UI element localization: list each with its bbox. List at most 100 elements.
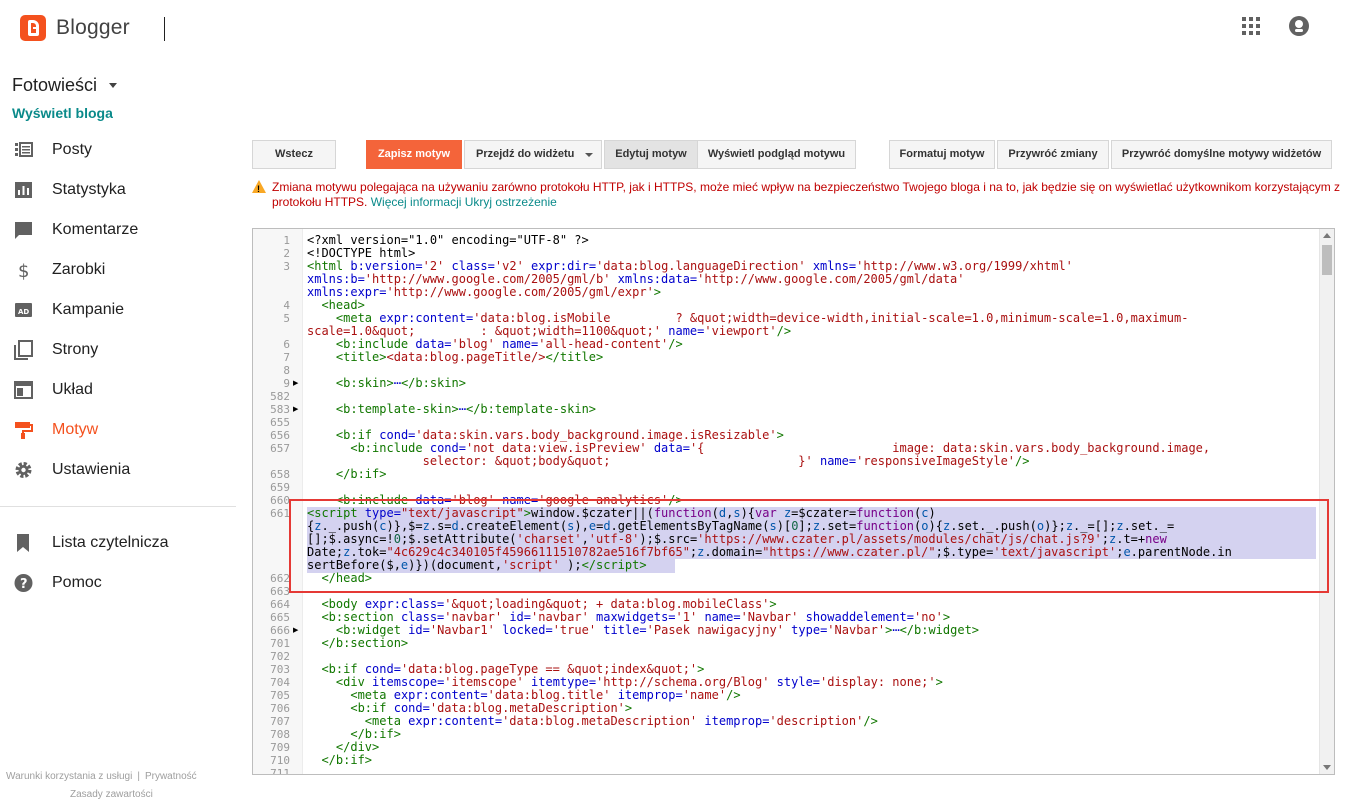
line-number: 701	[270, 637, 290, 650]
sidebar-item-label: Zarobki	[52, 261, 106, 278]
code-line: {z._.push(c)},$=z.s=d.createElement(s),e…	[307, 520, 1175, 533]
sidebar-item-comments[interactable]: Komentarze	[0, 210, 236, 250]
scroll-down-arrow-icon[interactable]	[1323, 765, 1331, 770]
fold-arrow-icon[interactable]: ▶	[293, 377, 298, 390]
line-number: 709	[270, 741, 290, 754]
line-number: 708	[270, 728, 290, 741]
code-line: xmlns:expr='http://www.google.com/2005/g…	[307, 286, 662, 299]
code-line: <b:skin>⋯</b:skin>	[335, 377, 466, 390]
line-number: 710	[270, 754, 290, 767]
code-line: sertBefore($,e)})(document,'script' );</…	[307, 559, 647, 572]
apps-grid-icon[interactable]	[1242, 17, 1260, 35]
format-theme-button[interactable]: Formatuj motyw	[889, 140, 995, 169]
code-line: <body expr:class='&quot;loading&quot; + …	[321, 598, 777, 611]
pages-icon	[14, 340, 33, 360]
code-line: </b:if>	[350, 728, 401, 741]
gear-icon	[15, 462, 32, 478]
sidebar-item-label: Statystyka	[52, 181, 126, 198]
scroll-thumb[interactable]	[1322, 245, 1332, 275]
code-line: <b:widget id='Navbar1' locked='true' tit…	[335, 624, 980, 637]
line-number: 657	[270, 442, 290, 455]
terms-link[interactable]: Warunki korzystania z usługi	[6, 771, 132, 782]
help-icon: ?	[14, 574, 33, 592]
line-number: 655	[270, 416, 290, 429]
header-divider	[164, 17, 165, 41]
sidebar-item-earnings[interactable]: $ Zarobki	[0, 250, 236, 290]
line-number: 711	[270, 767, 290, 775]
code-editor[interactable]: 1 2 3 4 5 6 7 8 9 ▶ 582 583 ▶ 655 656 657 658 659 660 661 66…	[252, 228, 1335, 775]
sidebar-item-campaigns[interactable]: AD Kampanie	[0, 290, 236, 330]
line-number: 583	[270, 403, 290, 416]
code-line: <b:if cond='data:skin.vars.body_backgrou…	[335, 429, 784, 442]
code-line: <meta expr:content='data:blog.title' ite…	[350, 689, 741, 702]
fold-arrow-icon[interactable]: ▶	[293, 624, 298, 637]
sidebar-item-layout[interactable]: Układ	[0, 370, 236, 410]
sidebar-item-theme[interactable]: Motyw	[0, 410, 236, 450]
code-line: <b:include data='blog' name='all-head-co…	[335, 338, 683, 351]
line-number: 664	[270, 598, 290, 611]
view-blog-link[interactable]: Wyświetl bloga	[12, 105, 113, 121]
code-line: scale=1.0&quot; : &quot;width=1100&quot;…	[307, 325, 792, 338]
back-button[interactable]: Wstecz	[252, 140, 336, 169]
code-line: <?xml version="1.0" encoding="UTF-8" ?>	[307, 234, 589, 247]
code-line: </b:section>	[321, 637, 409, 650]
warning-icon	[252, 180, 266, 197]
line-number: 8	[283, 364, 290, 377]
go-to-widget-label: Przejdź do widżetu	[476, 148, 575, 160]
privacy-link[interactable]: Prywatność	[145, 771, 197, 782]
paint-roller-icon	[15, 422, 33, 439]
caret-down-icon[interactable]	[109, 83, 117, 88]
line-number: 7	[283, 351, 290, 364]
go-to-widget-dropdown[interactable]: Przejdź do widżetu	[464, 140, 602, 169]
line-number: 705	[270, 689, 290, 702]
line-number: 582	[270, 390, 290, 403]
code-line: <head>	[321, 299, 365, 312]
line-number: 702	[270, 650, 290, 663]
https-warning: Zmiana motywu polegająca na używaniu zar…	[252, 180, 1342, 210]
sidebar-item-label: Strony	[52, 341, 99, 358]
line-number: 662	[270, 572, 290, 585]
line-number: 706	[270, 702, 290, 715]
caret-down-icon	[585, 153, 593, 157]
line-number: 707	[270, 715, 290, 728]
sidebar-item-pages[interactable]: Strony	[0, 330, 236, 370]
line-number: 656	[270, 429, 290, 442]
save-theme-button[interactable]: Zapisz motyw	[366, 140, 462, 169]
ad-icon: AD	[15, 303, 32, 317]
sidebar-item-label: Lista czytelnicza	[52, 534, 169, 551]
code-line: Date;z.tok="4c629c4c340105f4596611151078…	[307, 546, 1232, 559]
footer-separator: |	[137, 771, 140, 782]
sidebar-item-label: Komentarze	[52, 221, 139, 238]
sidebar-item-settings[interactable]: Ustawienia	[0, 450, 236, 490]
sidebar-item-reading-list[interactable]: Lista czytelnicza	[0, 523, 236, 563]
revert-changes-button[interactable]: Przywróć zmiany	[997, 140, 1109, 169]
sidebar-divider	[0, 506, 236, 507]
code-line: selector: &quot;body&quot; }' name='resp…	[307, 455, 1030, 468]
sidebar-item-stats[interactable]: Statystyka	[0, 170, 236, 210]
sidebar-item-help[interactable]: ? Pomoc	[0, 563, 236, 603]
blogger-logo-icon[interactable]	[20, 15, 46, 41]
fold-arrow-icon[interactable]: ▶	[293, 403, 298, 416]
scroll-up-arrow-icon[interactable]	[1323, 233, 1331, 238]
line-number: 666	[270, 624, 290, 637]
code-line: </div>	[335, 741, 380, 754]
code-line: </b:if>	[321, 754, 373, 767]
account-avatar-icon[interactable]	[1289, 16, 1309, 36]
preview-theme-button[interactable]: Wyświetl podgląd motywu	[697, 140, 856, 169]
restore-default-widgets-button[interactable]: Przywróć domyślne motywy widżetów	[1111, 140, 1332, 169]
more-info-link[interactable]: Więcej informacji	[371, 195, 462, 209]
hide-warning-link[interactable]: Ukryj ostrzeżenie	[465, 195, 557, 209]
content-policy-link[interactable]: Zasady zawartości	[70, 789, 153, 800]
dollar-icon: $	[18, 261, 29, 280]
sidebar-item-posts[interactable]: Posty	[0, 130, 236, 170]
posts-icon	[15, 142, 33, 157]
code-line: </head>	[321, 572, 373, 585]
sidebar-item-label: Motyw	[52, 421, 99, 438]
app-title[interactable]: Blogger	[56, 16, 130, 40]
edit-theme-button[interactable]: Edytuj motyw	[604, 140, 698, 169]
blog-name[interactable]: Fotowieści	[12, 75, 97, 96]
editor-scrollbar[interactable]	[1319, 229, 1334, 774]
sidebar-item-label: Kampanie	[52, 301, 125, 318]
sidebar-item-label: Układ	[52, 381, 93, 398]
code-line: <meta expr:content='data:blog.isMobile ?…	[335, 312, 1189, 325]
